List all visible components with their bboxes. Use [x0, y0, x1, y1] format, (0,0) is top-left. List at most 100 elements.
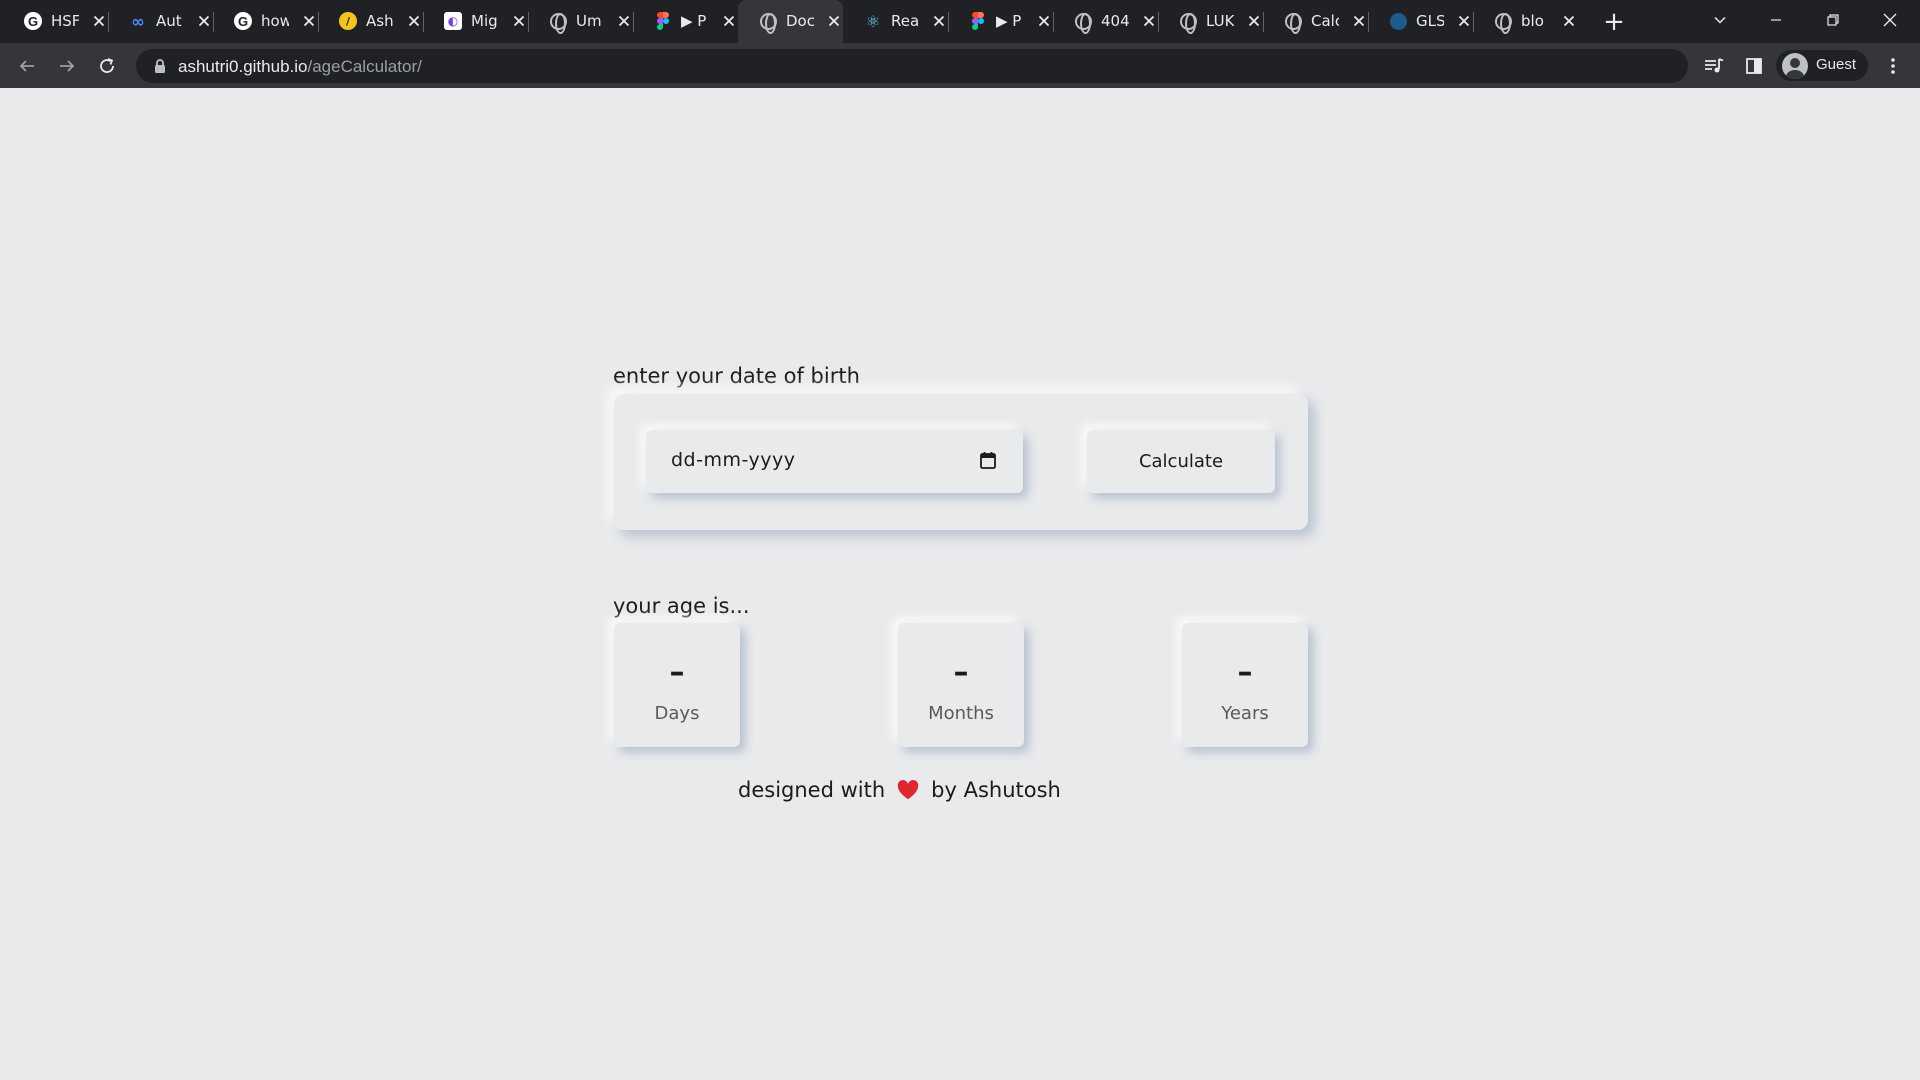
minimize-button[interactable] — [1756, 4, 1796, 36]
restore-icon — [1827, 14, 1839, 26]
reload-button[interactable] — [92, 51, 122, 81]
tab-title: Aut — [156, 12, 182, 30]
tab-close-icon[interactable] — [1559, 11, 1579, 31]
tab-close-icon[interactable] — [89, 11, 109, 31]
date-of-birth-input[interactable]: dd-mm-yyyy — [646, 430, 1023, 493]
tab-close-icon[interactable] — [1244, 11, 1264, 31]
calculate-button[interactable]: Calculate — [1087, 430, 1275, 493]
browser-tab[interactable]: Ghow — [213, 0, 318, 43]
tab-close-icon[interactable] — [509, 11, 529, 31]
globe-icon — [1073, 11, 1093, 34]
browser-menu-button[interactable] — [1881, 54, 1905, 78]
arrow-left-icon — [19, 60, 34, 72]
tab-title: GLS — [1416, 12, 1444, 30]
side-panel-button[interactable] — [1742, 54, 1766, 78]
heart-icon — [897, 780, 919, 800]
arrow-right-icon — [60, 60, 75, 72]
new-tab-button[interactable]: + — [1600, 7, 1628, 37]
url-host: ashutri0.github.io — [178, 57, 308, 76]
tab-title: 404 — [1101, 12, 1129, 30]
page-content: enter your date of birth dd-mm-yyyy Calc… — [0, 88, 1920, 1080]
tab-close-icon[interactable] — [299, 11, 319, 31]
lock-icon — [155, 59, 165, 73]
browser-tab[interactable]: blo — [1473, 0, 1578, 43]
browser-tab[interactable]: Doc — [738, 0, 843, 43]
close-window-button[interactable] — [1870, 4, 1910, 36]
browser-tab[interactable]: Um — [528, 0, 633, 43]
years-card: – Years — [1182, 623, 1308, 747]
age-heading: your age is... — [613, 594, 750, 618]
yellow-logo-icon: / — [338, 11, 358, 31]
profile-label: Guest — [1816, 56, 1857, 73]
browser-tab[interactable]: LUK — [1158, 0, 1263, 43]
tab-title: how — [261, 12, 289, 30]
globe-icon — [1493, 11, 1513, 34]
tab-title: Doc — [786, 12, 814, 30]
months-label: Months — [928, 703, 994, 724]
tab-title: ▶ P — [996, 12, 1022, 30]
tab-title: Mig — [471, 12, 498, 30]
tab-title: LUK — [1206, 12, 1234, 30]
browser-tab[interactable]: ▶ P — [633, 0, 738, 43]
browser-tab[interactable]: GLS — [1368, 0, 1473, 43]
figma-icon — [653, 11, 673, 31]
tab-close-icon[interactable] — [1139, 11, 1159, 31]
tab-search-button[interactable] — [1700, 4, 1740, 36]
tab-title: Ash — [366, 12, 394, 30]
browser-tab[interactable]: / Ash — [318, 0, 423, 43]
globe-icon — [548, 11, 568, 34]
globe-icon — [1178, 11, 1198, 34]
credit-prefix: designed with — [738, 778, 886, 802]
tab-close-icon[interactable] — [929, 11, 949, 31]
browser-tab[interactable]: G HSF — [3, 0, 108, 43]
back-button[interactable] — [12, 51, 42, 81]
tab-title: HSF — [51, 12, 79, 30]
address-bar[interactable]: ashutri0.github.io/ageCalculator/ — [136, 49, 1688, 83]
chevron-down-icon — [1714, 16, 1726, 24]
credit-suffix: by Ashutosh — [931, 778, 1061, 802]
tab-close-icon[interactable] — [404, 11, 424, 31]
days-label: Days — [654, 703, 700, 724]
days-value: – — [669, 655, 685, 690]
google-icon: G — [23, 11, 43, 31]
profile-button[interactable]: Guest — [1776, 50, 1868, 81]
dob-heading: enter your date of birth — [613, 364, 860, 388]
tab-close-icon[interactable] — [1454, 11, 1474, 31]
tab-close-icon[interactable] — [719, 11, 739, 31]
side-panel-icon — [1746, 58, 1762, 74]
migration-icon: ◐ — [443, 11, 463, 31]
tab-close-icon[interactable] — [1034, 11, 1054, 31]
tab-strip: G HSF ∞ Aut Ghow / Ash ◐ Mig Um ▶ P Doc ⚛ Rea ▶ P 404 LU… — [0, 0, 1920, 43]
tab-close-icon[interactable] — [614, 11, 634, 31]
media-controls-button[interactable] — [1702, 54, 1726, 78]
browser-tab[interactable]: Calc — [1263, 0, 1368, 43]
kebab-menu-icon — [1891, 58, 1895, 74]
react-icon: ⚛ — [865, 11, 881, 31]
days-card: – Days — [614, 623, 740, 747]
tab-close-icon[interactable] — [194, 11, 214, 31]
tab-title: blo — [1521, 12, 1544, 30]
blue-dot-icon — [1388, 11, 1408, 31]
forward-button[interactable] — [52, 51, 82, 81]
browser-tab[interactable]: ⚛ Rea — [843, 0, 948, 43]
tab-title: Rea — [891, 12, 919, 30]
google-icon: G — [233, 11, 253, 31]
tab-close-icon[interactable] — [824, 11, 844, 31]
tab-title: ▶ P — [681, 12, 707, 30]
browser-tab[interactable]: ◐ Mig — [423, 0, 528, 43]
close-icon — [1883, 13, 1897, 27]
browser-toolbar: ashutri0.github.io/ageCalculator/ Guest — [0, 43, 1920, 88]
url-path: /ageCalculator/ — [307, 57, 422, 76]
years-value: – — [1237, 655, 1253, 690]
globe-icon — [758, 11, 778, 34]
browser-tab[interactable]: ∞ Aut — [108, 0, 213, 43]
meta-icon: ∞ — [131, 11, 145, 31]
browser-tab[interactable]: 404 — [1053, 0, 1158, 43]
restore-button[interactable] — [1813, 4, 1853, 36]
browser-tab[interactable]: ▶ P — [948, 0, 1053, 43]
calendar-icon[interactable] — [980, 451, 996, 469]
figma-icon — [968, 11, 988, 31]
tab-close-icon[interactable] — [1349, 11, 1369, 31]
years-label: Years — [1221, 703, 1269, 724]
playlist-icon — [1705, 58, 1724, 73]
